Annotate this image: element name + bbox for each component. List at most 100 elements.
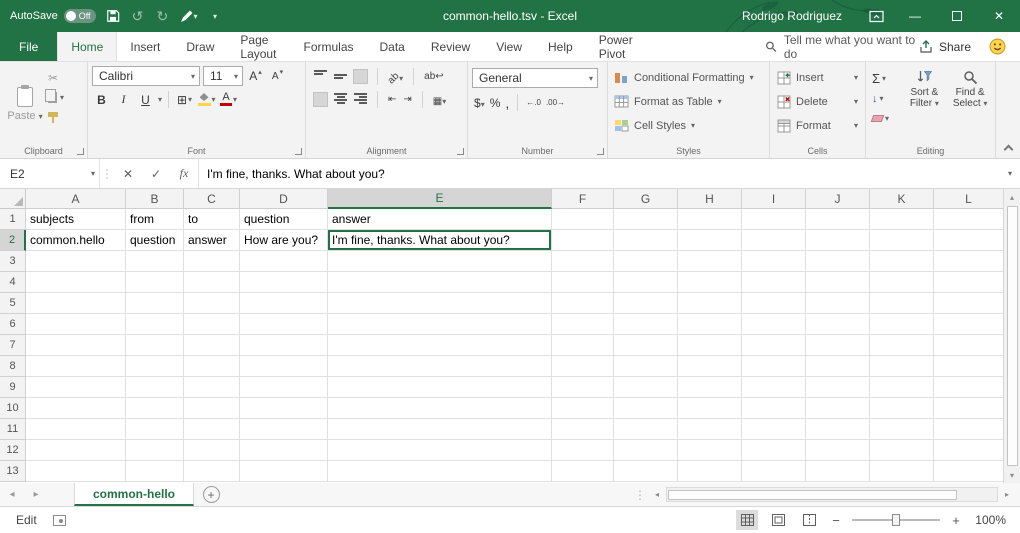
cell-L1[interactable]	[934, 209, 1003, 230]
save-button[interactable]	[105, 5, 121, 27]
column-header-G[interactable]: G	[614, 189, 678, 209]
cell-J8[interactable]	[806, 356, 870, 377]
cell-B10[interactable]	[126, 398, 184, 419]
cell-H7[interactable]	[678, 335, 742, 356]
decrease-indent-button[interactable]: ⇤	[388, 94, 396, 105]
cell-H1[interactable]	[678, 209, 742, 230]
cell-I2[interactable]	[742, 230, 806, 251]
cell-C9[interactable]	[184, 377, 240, 398]
next-sheet-arrow-icon[interactable]: ▸	[24, 483, 48, 506]
cell-K5[interactable]	[870, 293, 934, 314]
cell-C3[interactable]	[184, 251, 240, 272]
sheet-tab-common-hello[interactable]: common-hello	[74, 483, 194, 506]
cell-I8[interactable]	[742, 356, 806, 377]
column-header-K[interactable]: K	[870, 189, 934, 209]
cell-E13[interactable]	[328, 461, 552, 482]
cell-H2[interactable]	[678, 230, 742, 251]
insert-function-button[interactable]: fx	[170, 159, 198, 188]
cell-I4[interactable]	[742, 272, 806, 293]
cell-G4[interactable]	[614, 272, 678, 293]
cell-D8[interactable]	[240, 356, 328, 377]
cell-G10[interactable]	[614, 398, 678, 419]
cell-E1[interactable]: answer	[328, 209, 552, 230]
cell-A2[interactable]: common.hello	[26, 230, 126, 251]
cell-K4[interactable]	[870, 272, 934, 293]
macro-record-icon[interactable]	[53, 515, 66, 526]
vertical-scrollbar-thumb[interactable]	[1007, 206, 1018, 466]
fill-color-button[interactable]: ▾	[197, 90, 216, 109]
cell-E7[interactable]	[328, 335, 552, 356]
column-header-C[interactable]: C	[184, 189, 240, 209]
cut-button[interactable]: ✂	[46, 69, 64, 86]
cell-L6[interactable]	[934, 314, 1003, 335]
cell-H13[interactable]	[678, 461, 742, 482]
cell-F13[interactable]	[552, 461, 614, 482]
borders-button[interactable]: ⊞▾	[175, 90, 194, 109]
cell-B3[interactable]	[126, 251, 184, 272]
cell-H9[interactable]	[678, 377, 742, 398]
row-header-2[interactable]: 2	[0, 230, 26, 251]
tab-home[interactable]: Home	[57, 32, 117, 61]
cell-A9[interactable]	[26, 377, 126, 398]
underline-button[interactable]: U	[136, 90, 155, 109]
increase-indent-button[interactable]: ⇥	[403, 94, 411, 105]
clipboard-dialog-launcher-icon[interactable]	[77, 148, 84, 155]
cell-J6[interactable]	[806, 314, 870, 335]
cell-D1[interactable]: question	[240, 209, 328, 230]
cell-E6[interactable]	[328, 314, 552, 335]
scroll-down-arrow-icon[interactable]: ▾	[1004, 467, 1020, 483]
tab-review[interactable]: Review	[418, 32, 483, 61]
row-header-12[interactable]: 12	[0, 440, 26, 461]
cell-A4[interactable]	[26, 272, 126, 293]
maximize-button[interactable]	[936, 0, 978, 32]
merge-center-button[interactable]: ▦▾	[433, 93, 446, 107]
cell-A3[interactable]	[26, 251, 126, 272]
cell-H10[interactable]	[678, 398, 742, 419]
cell-F11[interactable]	[552, 419, 614, 440]
bold-button[interactable]: B	[92, 90, 111, 109]
cell-D4[interactable]	[240, 272, 328, 293]
page-layout-view-button[interactable]	[767, 510, 789, 530]
zoom-in-button[interactable]: +	[949, 513, 963, 528]
scroll-up-arrow-icon[interactable]: ▴	[1004, 189, 1020, 205]
font-dialog-launcher-icon[interactable]	[295, 148, 302, 155]
redo-button[interactable]: ↻	[155, 5, 171, 27]
cell-A11[interactable]	[26, 419, 126, 440]
cell-H11[interactable]	[678, 419, 742, 440]
cell-D6[interactable]	[240, 314, 328, 335]
row-header-5[interactable]: 5	[0, 293, 26, 314]
tab-formulas[interactable]: Formulas	[290, 32, 366, 61]
cell-G1[interactable]	[614, 209, 678, 230]
formula-bar-expand-button[interactable]: ▾	[1000, 159, 1020, 188]
cell-I10[interactable]	[742, 398, 806, 419]
row-header-9[interactable]: 9	[0, 377, 26, 398]
row-header-3[interactable]: 3	[0, 251, 26, 272]
cell-D11[interactable]	[240, 419, 328, 440]
cell-F4[interactable]	[552, 272, 614, 293]
cell-K7[interactable]	[870, 335, 934, 356]
cell-E10[interactable]	[328, 398, 552, 419]
autosave-toggle[interactable]: AutoSave Off	[10, 9, 96, 23]
cell-B7[interactable]	[126, 335, 184, 356]
insert-cells-button[interactable]: Insert▾	[774, 66, 862, 89]
column-header-F[interactable]: F	[552, 189, 614, 209]
cell-L9[interactable]	[934, 377, 1003, 398]
cell-B13[interactable]	[126, 461, 184, 482]
cell-D13[interactable]	[240, 461, 328, 482]
alignment-dialog-launcher-icon[interactable]	[457, 148, 464, 155]
cell-D10[interactable]	[240, 398, 328, 419]
cell-K3[interactable]	[870, 251, 934, 272]
cell-L5[interactable]	[934, 293, 1003, 314]
cell-L13[interactable]	[934, 461, 1003, 482]
cell-D2[interactable]: How are you?	[240, 230, 328, 251]
conditional-formatting-button[interactable]: Conditional Formatting▾	[612, 66, 766, 89]
accounting-format-button[interactable]: $▾	[474, 96, 485, 110]
column-header-I[interactable]: I	[742, 189, 806, 209]
cell-G2[interactable]	[614, 230, 678, 251]
cell-G6[interactable]	[614, 314, 678, 335]
minimize-button[interactable]: —	[894, 0, 936, 32]
cell-A10[interactable]	[26, 398, 126, 419]
cell-C5[interactable]	[184, 293, 240, 314]
cell-I1[interactable]	[742, 209, 806, 230]
vertical-scrollbar[interactable]: ▴ ▾	[1003, 189, 1020, 483]
